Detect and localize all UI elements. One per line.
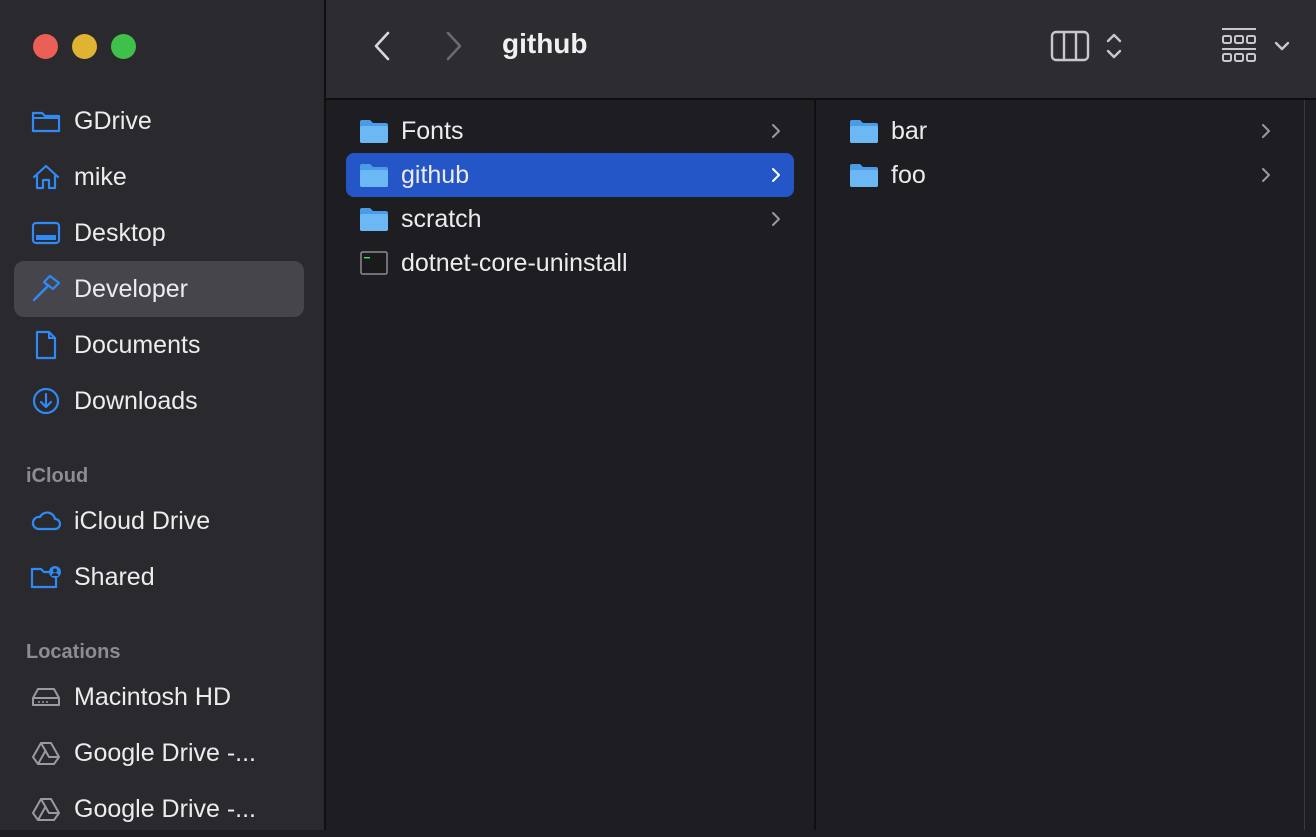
sidebar-item-label: Shared — [74, 562, 155, 591]
sidebar-item-label: mike — [74, 162, 127, 191]
chevron-up-down-icon — [1106, 33, 1122, 59]
shared-folder-icon — [30, 561, 62, 593]
sidebar-item-label: Developer — [74, 274, 188, 303]
window-title: github — [502, 28, 588, 59]
sidebar-item-icloud-drive[interactable]: iCloud Drive — [14, 493, 304, 549]
chevron-right-icon — [1262, 168, 1270, 182]
list-item-scratch[interactable]: scratch — [346, 197, 794, 241]
folder-icon — [360, 208, 388, 231]
browser-column-1: Fonts github scratch dotnet-core-uninsta… — [326, 100, 816, 830]
desktop-icon — [30, 217, 62, 249]
sidebar-item-label: Documents — [74, 330, 201, 359]
sidebar-item-macintosh-hd[interactable]: Macintosh HD — [14, 669, 304, 725]
sidebar-item-mike[interactable]: mike — [14, 149, 304, 205]
item-label: foo — [891, 160, 926, 189]
item-label: dotnet-core-uninstall — [401, 248, 628, 277]
sidebar-item-developer[interactable]: Developer — [14, 261, 304, 317]
sidebar: GDrive mike Desktop Developer Documents … — [0, 0, 326, 830]
group-button[interactable] — [1220, 26, 1296, 71]
toolbar: github — [326, 0, 1316, 100]
sidebar-item-google-drive-1[interactable]: Google Drive -... — [14, 725, 304, 781]
zoom-button[interactable] — [111, 34, 136, 59]
column-view-icon — [1050, 30, 1090, 62]
sidebar-section-icloud: iCloud — [26, 465, 89, 487]
chevron-right-icon — [1262, 124, 1270, 138]
sidebar-item-label: Macintosh HD — [74, 682, 231, 711]
minimize-button[interactable] — [72, 34, 97, 59]
list-item-dotnet-core-uninstall[interactable]: dotnet-core-uninstall — [346, 241, 794, 285]
chevron-right-icon — [772, 168, 780, 182]
folder-icon — [360, 120, 388, 143]
sidebar-item-desktop[interactable]: Desktop — [14, 205, 304, 261]
chevron-left-icon — [374, 31, 390, 61]
column-resize-handle[interactable] — [1304, 100, 1316, 830]
list-item-bar[interactable]: bar — [836, 109, 1284, 153]
chevron-right-icon — [772, 212, 780, 226]
sidebar-item-documents[interactable]: Documents — [14, 317, 304, 373]
sidebar-item-label: Google Drive -... — [74, 794, 257, 823]
folder-icon — [30, 105, 62, 137]
back-button[interactable] — [364, 26, 400, 66]
sidebar-item-label: GDrive — [74, 106, 152, 135]
item-label: bar — [891, 116, 928, 145]
chevron-right-icon — [772, 124, 780, 138]
close-button[interactable] — [33, 34, 58, 59]
item-label: github — [401, 160, 470, 189]
sidebar-item-shared[interactable]: Shared — [14, 549, 304, 605]
disk-icon — [30, 681, 62, 713]
sidebar-item-gdrive[interactable]: GDrive — [14, 93, 304, 149]
item-label: Fonts — [401, 116, 464, 145]
cloud-icon — [30, 505, 62, 537]
list-item-github[interactable]: github — [346, 153, 794, 197]
browser-column-2: bar foo — [816, 100, 1304, 830]
sidebar-item-label: Google Drive -... — [74, 738, 257, 767]
view-mode-button[interactable] — [1050, 28, 1134, 69]
google-drive-icon — [30, 793, 62, 825]
sidebar-item-google-drive-2[interactable]: Google Drive -... — [14, 781, 304, 837]
download-icon — [30, 385, 62, 417]
google-drive-icon — [30, 737, 62, 769]
sidebar-item-label: Desktop — [74, 218, 166, 247]
hammer-icon — [30, 273, 62, 305]
folder-icon — [850, 120, 878, 143]
sidebar-section-locations: Locations — [26, 641, 121, 663]
document-icon — [30, 329, 62, 361]
sidebar-item-label: iCloud Drive — [74, 506, 211, 535]
chevron-down-icon — [1274, 41, 1290, 51]
terminal-executable-icon — [360, 251, 388, 275]
item-label: scratch — [401, 204, 482, 233]
forward-button[interactable] — [436, 26, 472, 66]
sidebar-item-label: Downloads — [74, 386, 198, 415]
folder-icon — [850, 164, 878, 187]
list-item-foo[interactable]: foo — [836, 153, 1284, 197]
chevron-right-icon — [446, 31, 462, 61]
grid-icon — [1222, 28, 1256, 62]
window-controls — [33, 34, 136, 59]
folder-icon — [360, 164, 388, 187]
list-item-fonts[interactable]: Fonts — [346, 109, 794, 153]
home-icon — [30, 161, 62, 193]
sidebar-item-downloads[interactable]: Downloads — [14, 373, 304, 429]
